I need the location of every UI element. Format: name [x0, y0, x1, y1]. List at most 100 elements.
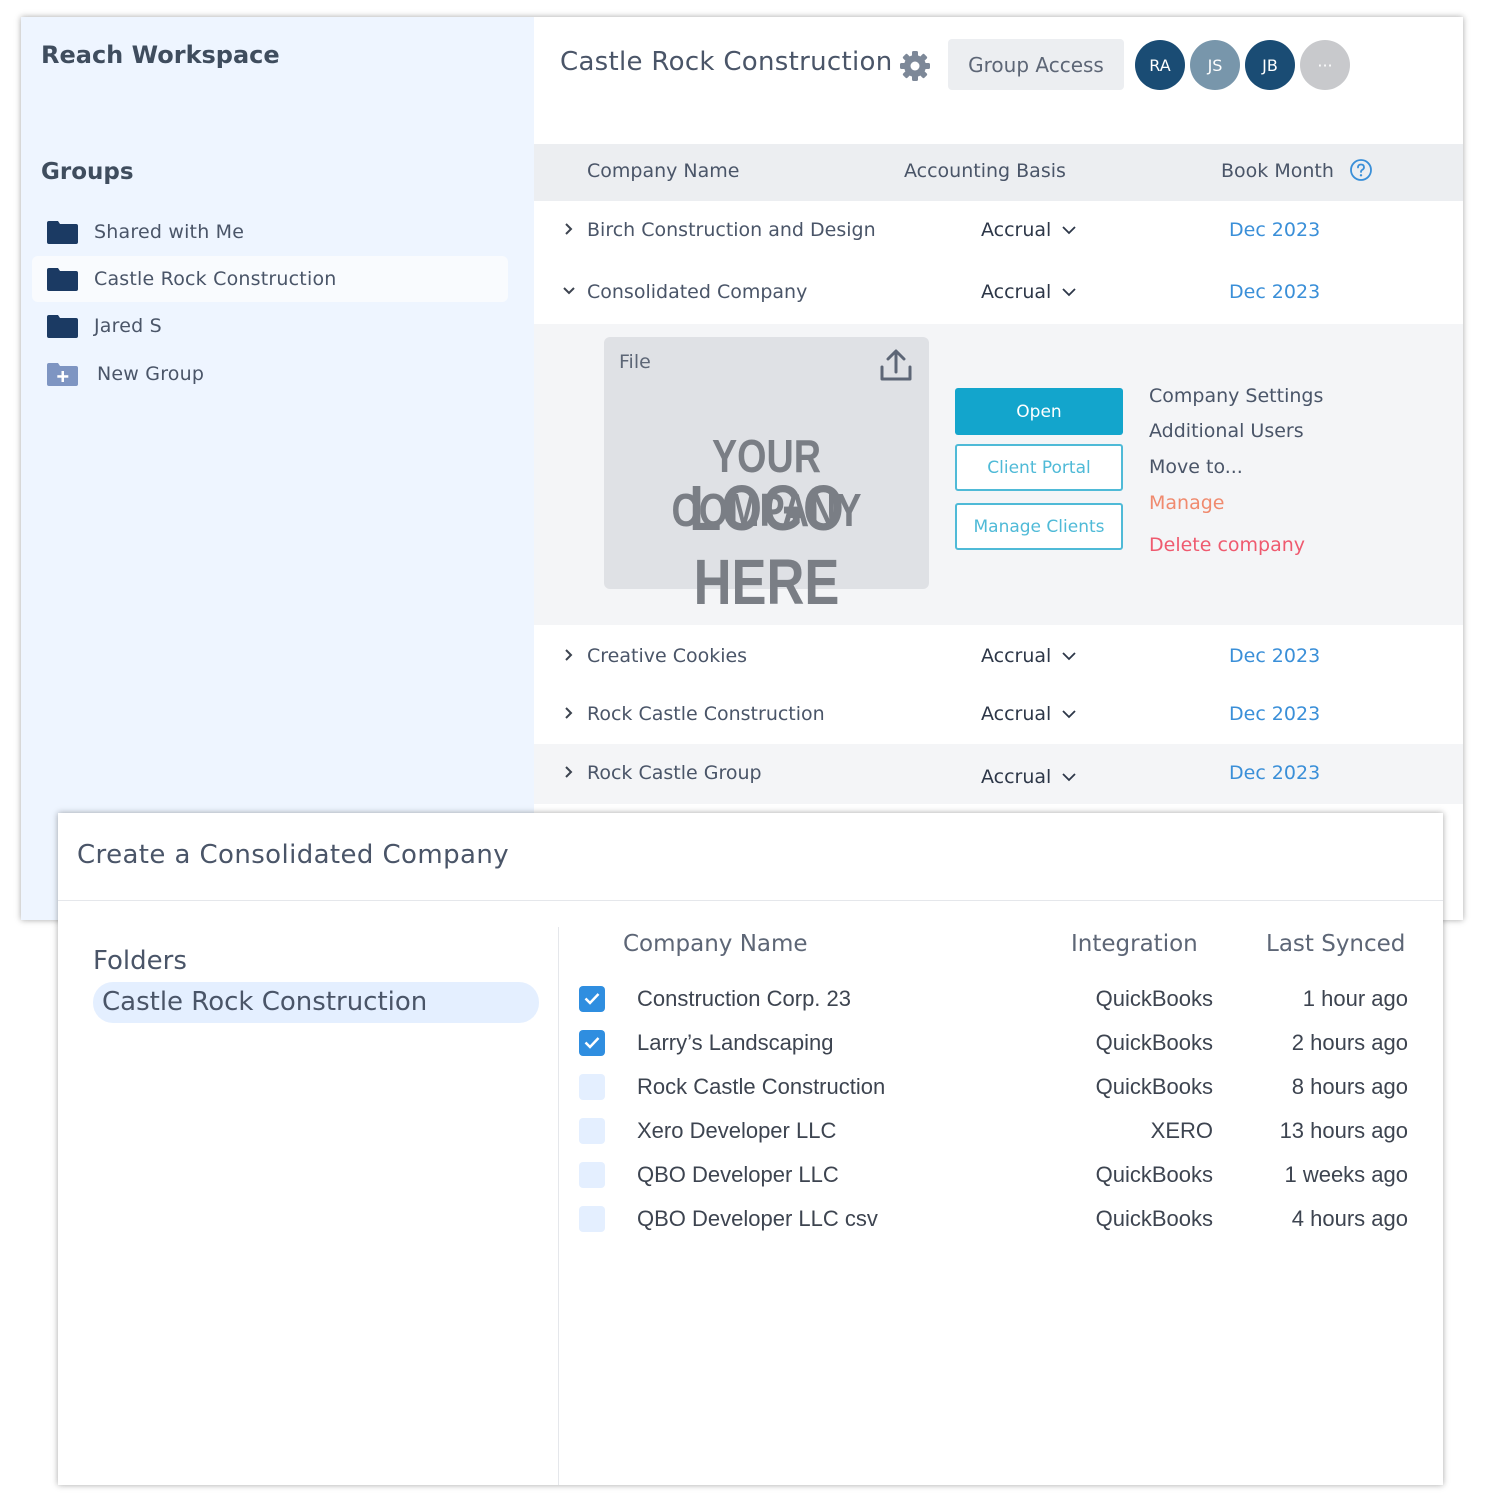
- additional-users-link[interactable]: Additional Users: [1149, 420, 1304, 442]
- table-row[interactable]: Rock Castle Group Accrual Dec 2023: [534, 744, 1463, 804]
- chevron-right-icon[interactable]: [561, 705, 577, 721]
- company-name[interactable]: Creative Cookies: [587, 645, 747, 667]
- upload-icon[interactable]: [876, 347, 916, 385]
- book-month-link[interactable]: Dec 2023: [1229, 762, 1320, 784]
- move-to-link[interactable]: Move to...: [1149, 456, 1243, 478]
- main-window: Reach Workspace Groups Shared with Me Ca…: [21, 17, 1463, 920]
- company-name[interactable]: Birch Construction and Design: [587, 219, 876, 241]
- company-checkbox[interactable]: [579, 1030, 605, 1056]
- list-item[interactable]: QBO Developer LLC csv QuickBooks 4 hours…: [558, 1206, 1443, 1250]
- last-synced: 1 weeks ago: [1284, 1162, 1408, 1187]
- company-name: Larry’s Landscaping: [637, 1030, 834, 1055]
- gear-icon[interactable]: [899, 50, 931, 82]
- chevron-down-icon[interactable]: [1061, 223, 1077, 237]
- folder-icon: [47, 315, 78, 338]
- folders-heading: Folders: [93, 946, 187, 976]
- sidebar: Reach Workspace Groups Shared with Me Ca…: [21, 17, 534, 920]
- integration-name: QuickBooks: [1095, 1030, 1213, 1055]
- company-name: Construction Corp. 23: [637, 986, 851, 1011]
- company-name: Xero Developer LLC: [637, 1118, 837, 1143]
- list-item[interactable]: Larry’s Landscaping QuickBooks 2 hours a…: [558, 1030, 1443, 1074]
- accounting-basis-select[interactable]: Accrual: [981, 766, 1051, 788]
- company-checkbox[interactable]: [579, 1206, 605, 1232]
- book-month-link[interactable]: Dec 2023: [1229, 219, 1320, 241]
- company-name: QBO Developer LLC csv: [637, 1206, 878, 1231]
- column-header-company: Company Name: [587, 160, 740, 182]
- book-month-link[interactable]: Dec 2023: [1229, 645, 1320, 667]
- manage-link[interactable]: Manage: [1149, 492, 1224, 514]
- folder-item-castle-rock-construction[interactable]: Castle Rock Construction: [93, 982, 539, 1023]
- manage-clients-button[interactable]: Manage Clients: [955, 503, 1123, 550]
- chevron-right-icon[interactable]: [561, 647, 577, 663]
- check-icon: [584, 1037, 600, 1049]
- delete-company-link[interactable]: Delete company: [1149, 534, 1305, 556]
- sidebar-item-shared-with-me[interactable]: Shared with Me: [32, 209, 508, 255]
- folder-icon: [47, 268, 78, 291]
- page-title: Castle Rock Construction: [560, 47, 893, 77]
- sidebar-item-label: Jared S: [94, 315, 162, 337]
- column-header-basis: Accounting Basis: [904, 160, 1066, 182]
- integration-name: QuickBooks: [1095, 986, 1213, 1011]
- more-avatars-button[interactable]: ···: [1300, 40, 1350, 90]
- avatar-ra[interactable]: RA: [1135, 40, 1185, 90]
- company-checkbox[interactable]: [579, 1162, 605, 1188]
- modal-divider: [58, 900, 1443, 901]
- book-month-link[interactable]: Dec 2023: [1229, 281, 1320, 303]
- group-access-button[interactable]: Group Access: [948, 39, 1124, 90]
- list-item[interactable]: Xero Developer LLC XERO 13 hours ago: [558, 1118, 1443, 1162]
- last-synced: 1 hour ago: [1302, 986, 1408, 1011]
- accounting-basis-select[interactable]: Accrual: [981, 645, 1051, 667]
- company-name[interactable]: Consolidated Company: [587, 281, 807, 303]
- chevron-down-icon[interactable]: [1061, 707, 1077, 721]
- chevron-down-icon[interactable]: [561, 283, 577, 299]
- company-checkbox[interactable]: [579, 1074, 605, 1100]
- company-checkbox[interactable]: [579, 1118, 605, 1144]
- sidebar-item-label: Shared with Me: [94, 221, 245, 243]
- logo-upload-card[interactable]: File YOUR COMPANY LOGO HERE: [604, 337, 929, 618]
- avatar-jb[interactable]: JB: [1245, 40, 1295, 90]
- list-item[interactable]: Construction Corp. 23 QuickBooks 1 hour …: [558, 986, 1443, 1030]
- chevron-down-icon[interactable]: [1061, 285, 1077, 299]
- logo-placeholder-line2: LOGO HERE: [689, 472, 844, 618]
- last-synced: 8 hours ago: [1291, 1074, 1408, 1099]
- company-name[interactable]: Rock Castle Group: [587, 762, 762, 784]
- company-settings-link[interactable]: Company Settings: [1149, 385, 1323, 407]
- client-portal-button[interactable]: Client Portal: [955, 444, 1123, 491]
- list-item[interactable]: QBO Developer LLC QuickBooks 1 weeks ago: [558, 1162, 1443, 1206]
- integration-name: QuickBooks: [1095, 1206, 1213, 1231]
- chevron-right-icon[interactable]: [561, 221, 577, 237]
- company-name[interactable]: Rock Castle Construction: [587, 703, 825, 725]
- folder-icon: [47, 221, 78, 244]
- integration-name: QuickBooks: [1095, 1074, 1213, 1099]
- new-group-button[interactable]: New Group: [32, 351, 508, 397]
- chevron-right-icon[interactable]: [561, 764, 577, 780]
- table-row[interactable]: Birch Construction and Design Accrual De…: [534, 201, 1463, 261]
- company-detail-panel: File YOUR COMPANY LOGO HERE Open Client …: [534, 324, 1463, 625]
- table-header: Company Name Accounting Basis Book Month: [534, 144, 1463, 201]
- chevron-down-icon[interactable]: [1061, 770, 1077, 784]
- accounting-basis-select[interactable]: Accrual: [981, 703, 1051, 725]
- company-checkbox[interactable]: [579, 986, 605, 1012]
- accounting-basis-select[interactable]: Accrual: [981, 219, 1051, 241]
- last-synced: 2 hours ago: [1291, 1030, 1408, 1055]
- content-area: Castle Rock Construction Group Access RA…: [534, 17, 1463, 920]
- avatar-js[interactable]: JS: [1190, 40, 1240, 90]
- accounting-basis-select[interactable]: Accrual: [981, 281, 1051, 303]
- chevron-down-icon[interactable]: [1061, 649, 1077, 663]
- integration-name: QuickBooks: [1095, 1162, 1213, 1187]
- sidebar-item-label: Castle Rock Construction: [94, 268, 337, 290]
- table-row[interactable]: Consolidated Company Accrual Dec 2023: [534, 263, 1463, 323]
- last-synced: 4 hours ago: [1291, 1206, 1408, 1231]
- sidebar-item-jared-s[interactable]: Jared S: [32, 303, 508, 349]
- help-icon[interactable]: [1349, 158, 1373, 182]
- sidebar-item-castle-rock-construction[interactable]: Castle Rock Construction: [32, 256, 508, 302]
- table-row[interactable]: Creative Cookies Accrual Dec 2023: [534, 627, 1463, 687]
- column-header-company: Company Name: [623, 931, 808, 957]
- book-month-link[interactable]: Dec 2023: [1229, 703, 1320, 725]
- list-item[interactable]: Rock Castle Construction QuickBooks 8 ho…: [558, 1074, 1443, 1118]
- modal-title: Create a Consolidated Company: [77, 840, 509, 870]
- open-button[interactable]: Open: [955, 388, 1123, 435]
- folder-item-label: Castle Rock Construction: [102, 987, 428, 1017]
- file-label: File: [619, 351, 651, 373]
- table-row[interactable]: Rock Castle Construction Accrual Dec 202…: [534, 685, 1463, 745]
